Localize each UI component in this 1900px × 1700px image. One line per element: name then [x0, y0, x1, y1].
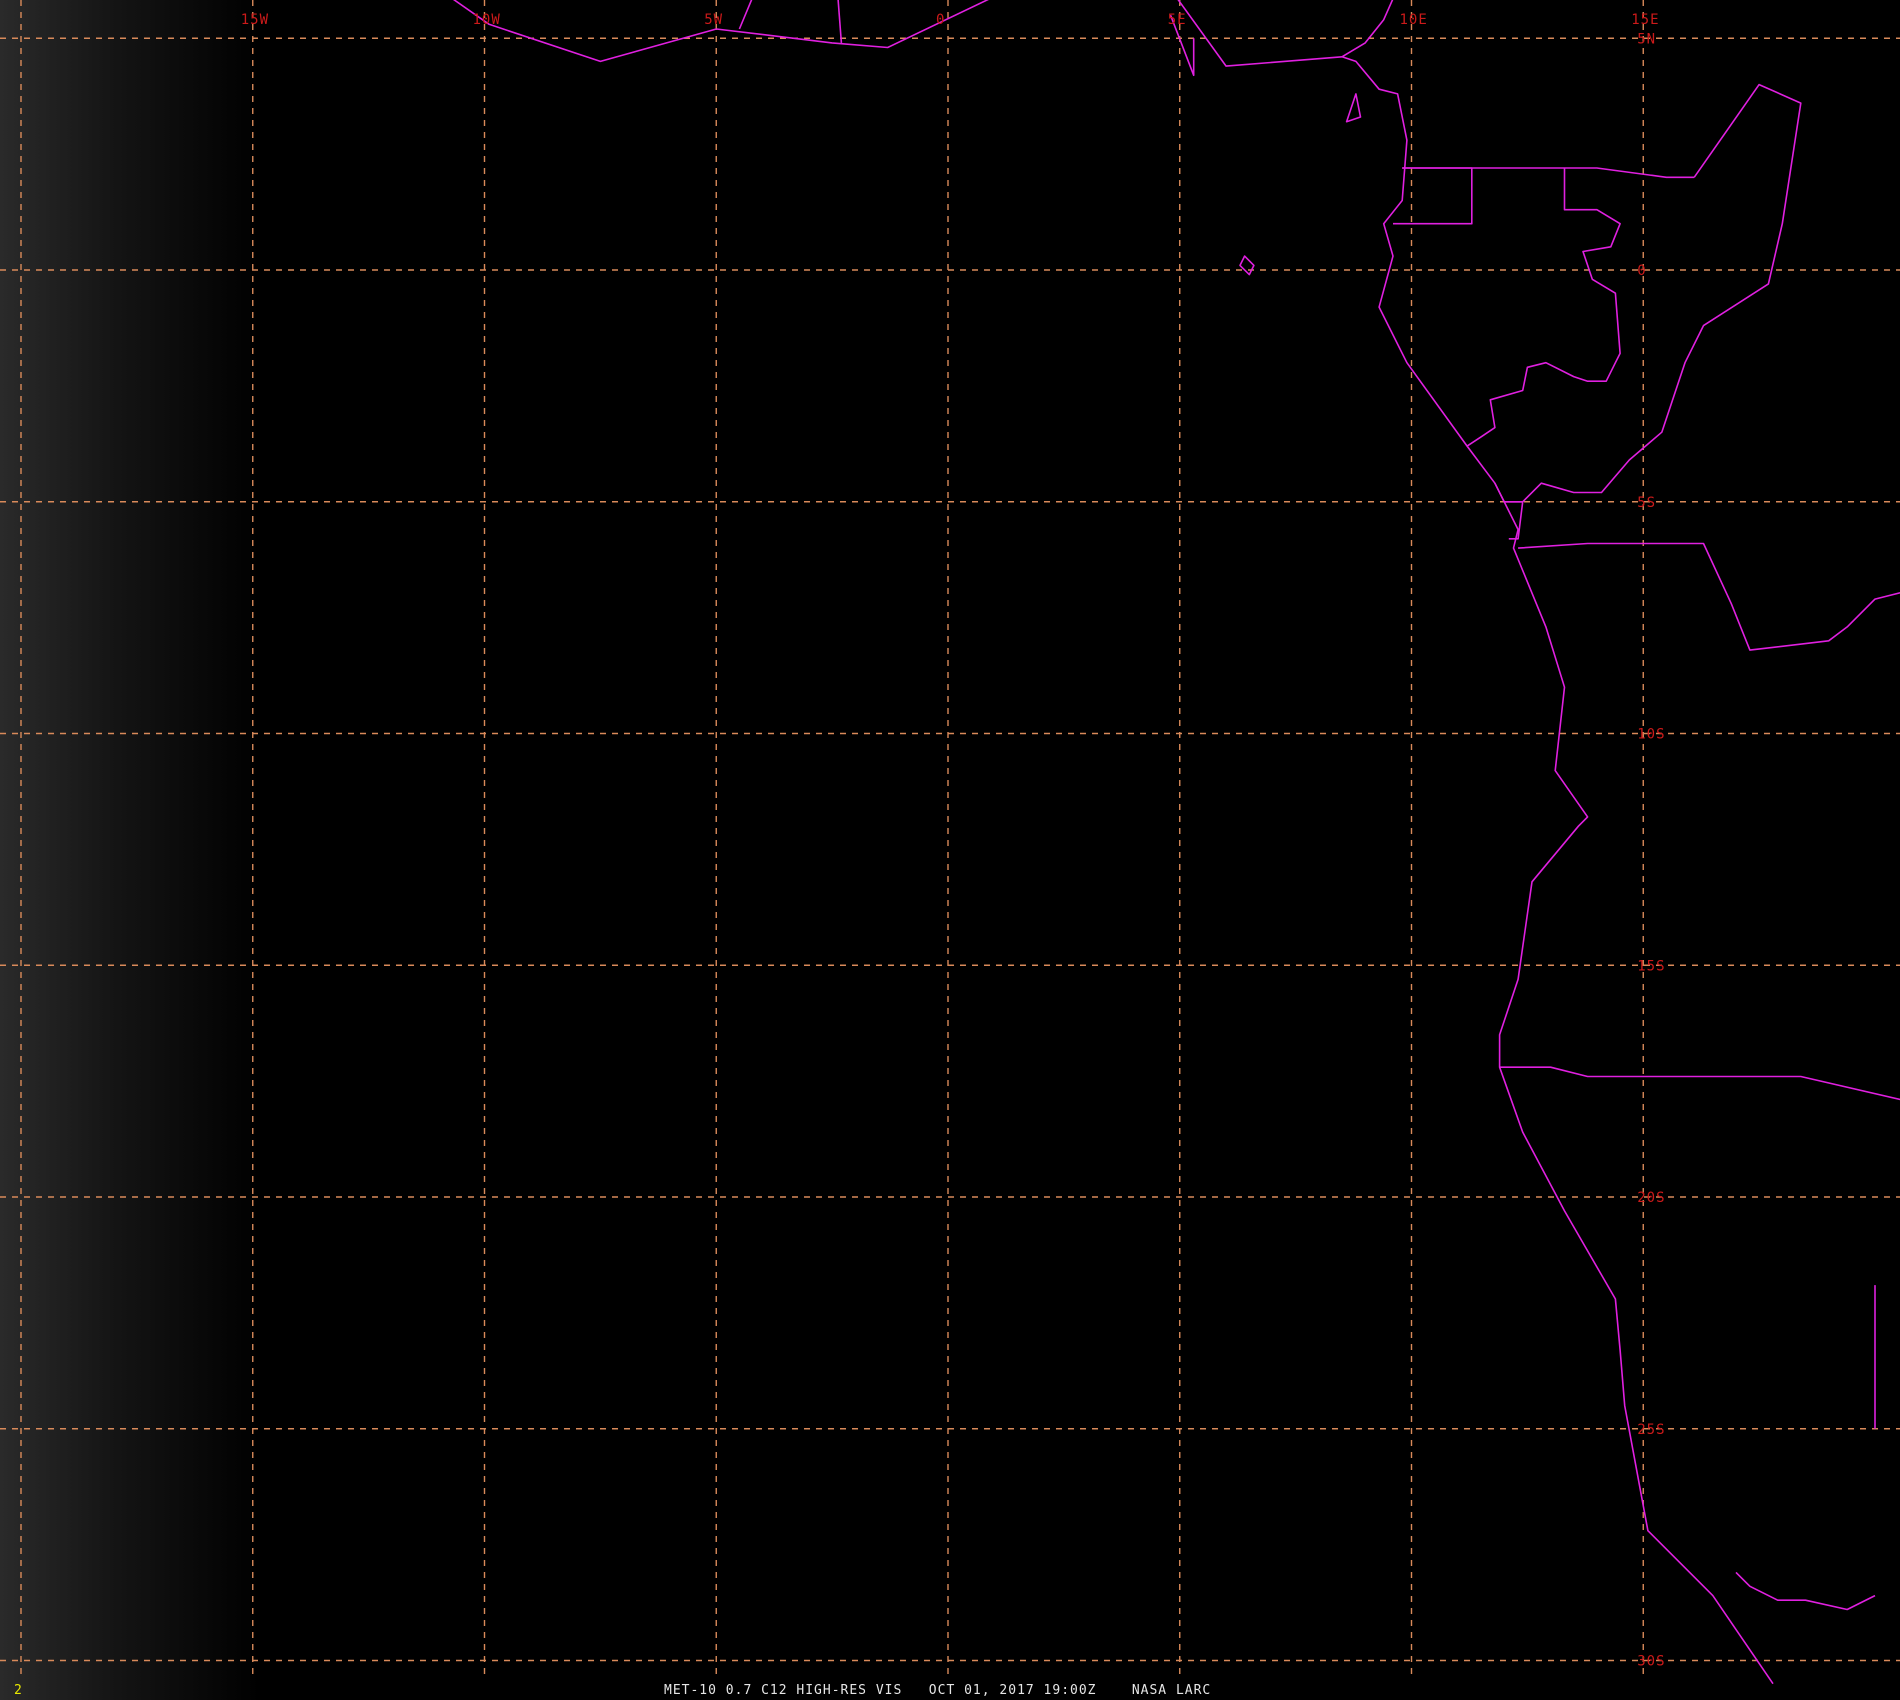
country-border	[1341, 0, 1394, 58]
frame-number: 2	[14, 1683, 23, 1698]
longitude-label: 15E	[1631, 12, 1659, 28]
longitude-label: 5W	[704, 12, 723, 28]
country-border	[1499, 1066, 1900, 1101]
latitude-label: 0	[1637, 263, 1646, 279]
coastline	[452, 0, 1774, 1685]
country-border	[1735, 1571, 1876, 1611]
longitude-label: 10E	[1400, 12, 1428, 28]
latitude-label: 25S	[1637, 1422, 1665, 1438]
latitude-label: 5S	[1637, 495, 1656, 511]
latitude-label: 30S	[1637, 1654, 1665, 1670]
latitude-label: 20S	[1637, 1190, 1665, 1206]
longitude-label: 0	[936, 12, 945, 28]
terminator-glow	[0, 0, 260, 1700]
country-border	[1466, 168, 1621, 447]
longitude-label: 15W	[241, 12, 269, 28]
country-boundaries	[452, 0, 1900, 1685]
island-outline	[1239, 255, 1255, 276]
country-border	[738, 0, 753, 30]
country-border	[1494, 83, 1802, 503]
map-canvas: 15W 10W 5W 0 5E 10E 15E 5N 0 5S 10S 15S 20S 25S 30S	[0, 0, 1900, 1700]
satellite-map: 15W 10W 5W 0 5E 10E 15E 5N 0 5S 10S 15S 20S 25S 30S 2 …	[0, 0, 1900, 1700]
latitude-label: 15S	[1637, 958, 1665, 974]
country-border	[1518, 542, 1900, 651]
country-border	[837, 0, 843, 43]
graticule-labels: 15W 10W 5W 0 5E 10E 15E 5N 0 5S 10S 15S 20S 25S 30S	[241, 12, 1665, 1670]
longitude-label: 10W	[473, 12, 501, 28]
graticule	[0, 0, 1900, 1680]
longitude-label: 5E	[1168, 12, 1187, 28]
image-caption: MET-10 0.7 C12 HIGH-RES VIS OCT 01, 2017…	[664, 1683, 1212, 1698]
country-border	[1402, 167, 1695, 179]
latitude-label: 5N	[1637, 31, 1656, 47]
latitude-label: 10S	[1637, 727, 1665, 743]
island-outline	[1345, 93, 1362, 123]
